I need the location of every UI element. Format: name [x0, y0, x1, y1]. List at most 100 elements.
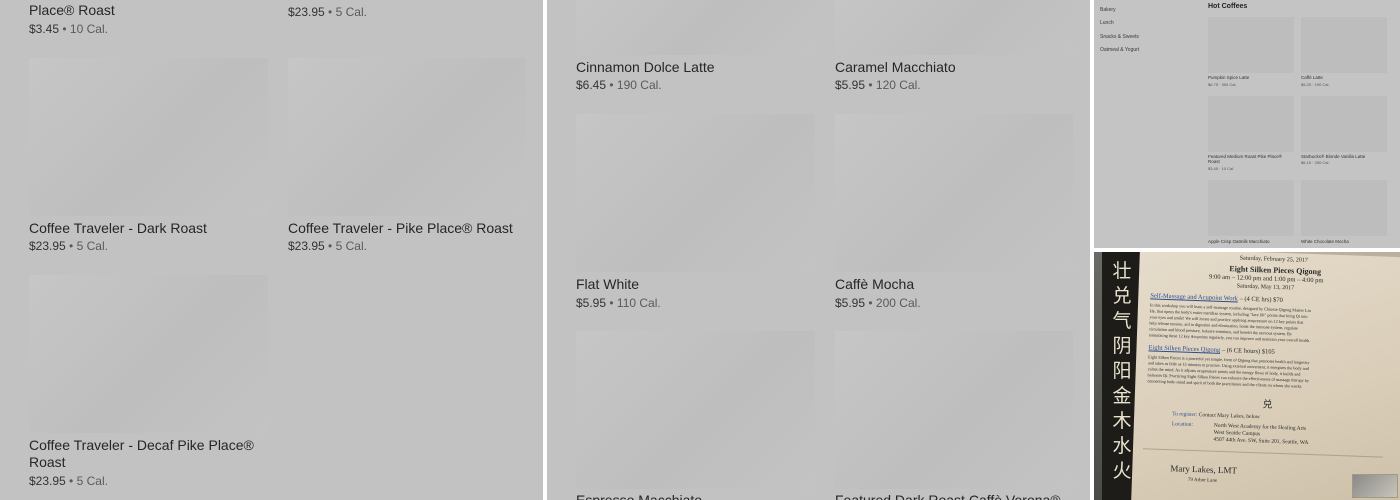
scroll-character: 壮 [1112, 260, 1132, 282]
item-price: $6.45 [576, 78, 607, 92]
item-meta: $6.15 · 250 Cal. [1301, 160, 1330, 165]
scroll-character: 气 [1112, 310, 1132, 332]
separator: • [69, 474, 74, 488]
item-name[interactable]: Coffee Traveler - Decaf Pike Place® [29, 437, 254, 454]
section-price: – (4 CE hrs) $70 [1237, 295, 1283, 305]
item-name[interactable]: White Chocolate Mocha [1301, 239, 1387, 244]
item-name[interactable]: Apple Crisp Oatmilk Macchiato [1208, 239, 1294, 244]
item-price: $23.95 [288, 5, 325, 19]
item-name[interactable]: Cinnamon Dolce Latte [576, 59, 715, 76]
product-image[interactable] [288, 58, 526, 216]
location-label: Location: [1171, 421, 1194, 428]
sidebar-item-oatmeal-yogurt[interactable]: Oatmeal & Yogurt [1100, 47, 1139, 53]
item-meta: $5.95 • 200 Cal. [835, 296, 921, 310]
product-image[interactable] [835, 0, 1073, 55]
scroll-character: 兑 [1112, 285, 1132, 307]
product-image[interactable] [1301, 96, 1387, 152]
item-calories: 5 Cal. [76, 474, 108, 488]
menu-panel-middle: Cinnamon Dolce Latte $6.45 • 190 Cal. Ca… [547, 0, 1090, 500]
item-calories: 200 Cal. [875, 296, 921, 310]
item-name[interactable]: Caramel Macchiato [835, 59, 956, 76]
location-line: 4507 44th Ave. SW, Suite 201, Seattle, W… [1213, 436, 1309, 446]
contact-photo [1352, 474, 1398, 498]
product-image[interactable] [29, 275, 268, 433]
sidebar-item-lunch[interactable]: Lunch [1100, 20, 1114, 26]
product-image[interactable] [576, 0, 815, 55]
sidebar-item-bakery[interactable]: Bakery [1100, 7, 1116, 13]
item-name[interactable]: Place® Roast [29, 2, 115, 19]
contact-address: 79 Arbor Lane [1187, 477, 1218, 484]
separator: • [868, 296, 873, 310]
register-label: To register: [1172, 411, 1198, 419]
item-meta: $23.95 • 5 Cal. [288, 239, 367, 253]
item-name[interactable]: Featured Dark Roast Caffè Verona® [835, 492, 1061, 500]
product-image[interactable] [1301, 17, 1387, 73]
flyer-photo: 壮 兑 气 阴 阳 金 木 水 火 Saturday, February 25,… [1094, 252, 1400, 500]
scroll-character: 金 [1112, 385, 1132, 407]
item-meta: $6.75 · 390 Cal. [1208, 82, 1237, 87]
item-name[interactable]: Featured Medium Roast Pike Place® Roast [1208, 154, 1294, 164]
product-image[interactable] [835, 331, 1073, 489]
register-text: Contact Mary Lakes, below [1198, 412, 1260, 421]
item-meta: $5.25 · 190 Cal. [1301, 82, 1330, 87]
item-calories: 5 Cal. [76, 239, 108, 253]
separator: • [69, 239, 74, 253]
item-name[interactable]: Coffee Traveler - Pike Place® Roast [288, 220, 513, 237]
item-meta: $5.95 • 120 Cal. [835, 78, 921, 92]
product-image[interactable] [1208, 180, 1294, 236]
section-title: Hot Coffees [1208, 3, 1248, 10]
scroll-character: 木 [1112, 410, 1132, 432]
qigong-symbol: 兑 [1262, 399, 1273, 411]
item-price: $5.95 [835, 296, 866, 310]
contact-name: Mary Lakes, LMT [1170, 463, 1238, 476]
item-meta: $3.45 · 10 Cal. [1208, 166, 1235, 171]
item-calories: 190 Cal. [616, 78, 662, 92]
item-meta: $3.45 • 10 Cal. [29, 22, 108, 36]
product-image[interactable] [29, 58, 268, 216]
product-image[interactable] [1208, 17, 1294, 73]
item-name-continued[interactable]: Roast [29, 454, 66, 471]
separator: • [328, 239, 333, 253]
item-price: $5.95 [576, 296, 607, 310]
item-name[interactable]: Caffè Latte [1301, 75, 1387, 80]
separator: • [609, 78, 614, 92]
item-price: $3.45 [29, 22, 60, 36]
item-meta: $23.95 • 5 Cal. [288, 5, 367, 19]
item-price: $23.95 [29, 239, 66, 253]
item-meta: $6.45 • 190 Cal. [576, 78, 662, 92]
item-name[interactable]: Espresso Macchiato [576, 492, 702, 500]
item-name[interactable]: Flat White [576, 276, 639, 293]
item-price: $23.95 [288, 239, 325, 253]
menu-panel-left: Place® Roast $3.45 • 10 Cal. $23.95 • 5 … [0, 0, 543, 500]
separator: • [609, 296, 614, 310]
item-name[interactable]: Pumpkin Spice Latte [1208, 75, 1294, 80]
flyer-date: Saturday, May 13, 2017 [1236, 283, 1295, 292]
item-price: $5.95 [835, 78, 866, 92]
item-calories: 10 Cal. [69, 22, 108, 36]
product-image[interactable] [576, 114, 815, 272]
separator: • [328, 5, 333, 19]
section-price: – (6 CE hours) $105 [1220, 346, 1275, 356]
separator: • [868, 78, 873, 92]
section-title: Eight Silken Pieces Qigong [1148, 344, 1221, 354]
product-image[interactable] [835, 114, 1073, 272]
item-name[interactable]: Coffee Traveler - Dark Roast [29, 220, 207, 237]
section-title: Self-Massage and Acupoint Work [1150, 292, 1239, 303]
product-image[interactable] [1301, 180, 1387, 236]
product-image[interactable] [1208, 96, 1294, 152]
flyer-paper: Saturday, February 25, 2017 Eight Silken… [1130, 252, 1400, 500]
item-name[interactable]: Caffè Mocha [835, 276, 914, 293]
product-image[interactable] [576, 331, 815, 489]
divider-line [1142, 448, 1383, 458]
item-calories: 110 Cal. [616, 296, 661, 310]
flyer-date: Saturday, February 25, 2017 [1239, 255, 1308, 264]
separator: • [62, 22, 67, 36]
item-meta: $5.95 • 110 Cal. [576, 296, 661, 310]
item-name[interactable]: Starbucks® Blonde Vanilla Latte [1301, 154, 1387, 159]
item-calories: 5 Cal. [335, 5, 367, 19]
item-meta: $23.95 • 5 Cal. [29, 239, 108, 253]
sidebar-item-snacks-sweets[interactable]: Snacks & Sweets [1100, 34, 1139, 40]
item-calories: 120 Cal. [875, 78, 921, 92]
scroll-character: 阴 [1112, 335, 1132, 357]
item-meta: $23.95 • 5 Cal. [29, 474, 108, 488]
